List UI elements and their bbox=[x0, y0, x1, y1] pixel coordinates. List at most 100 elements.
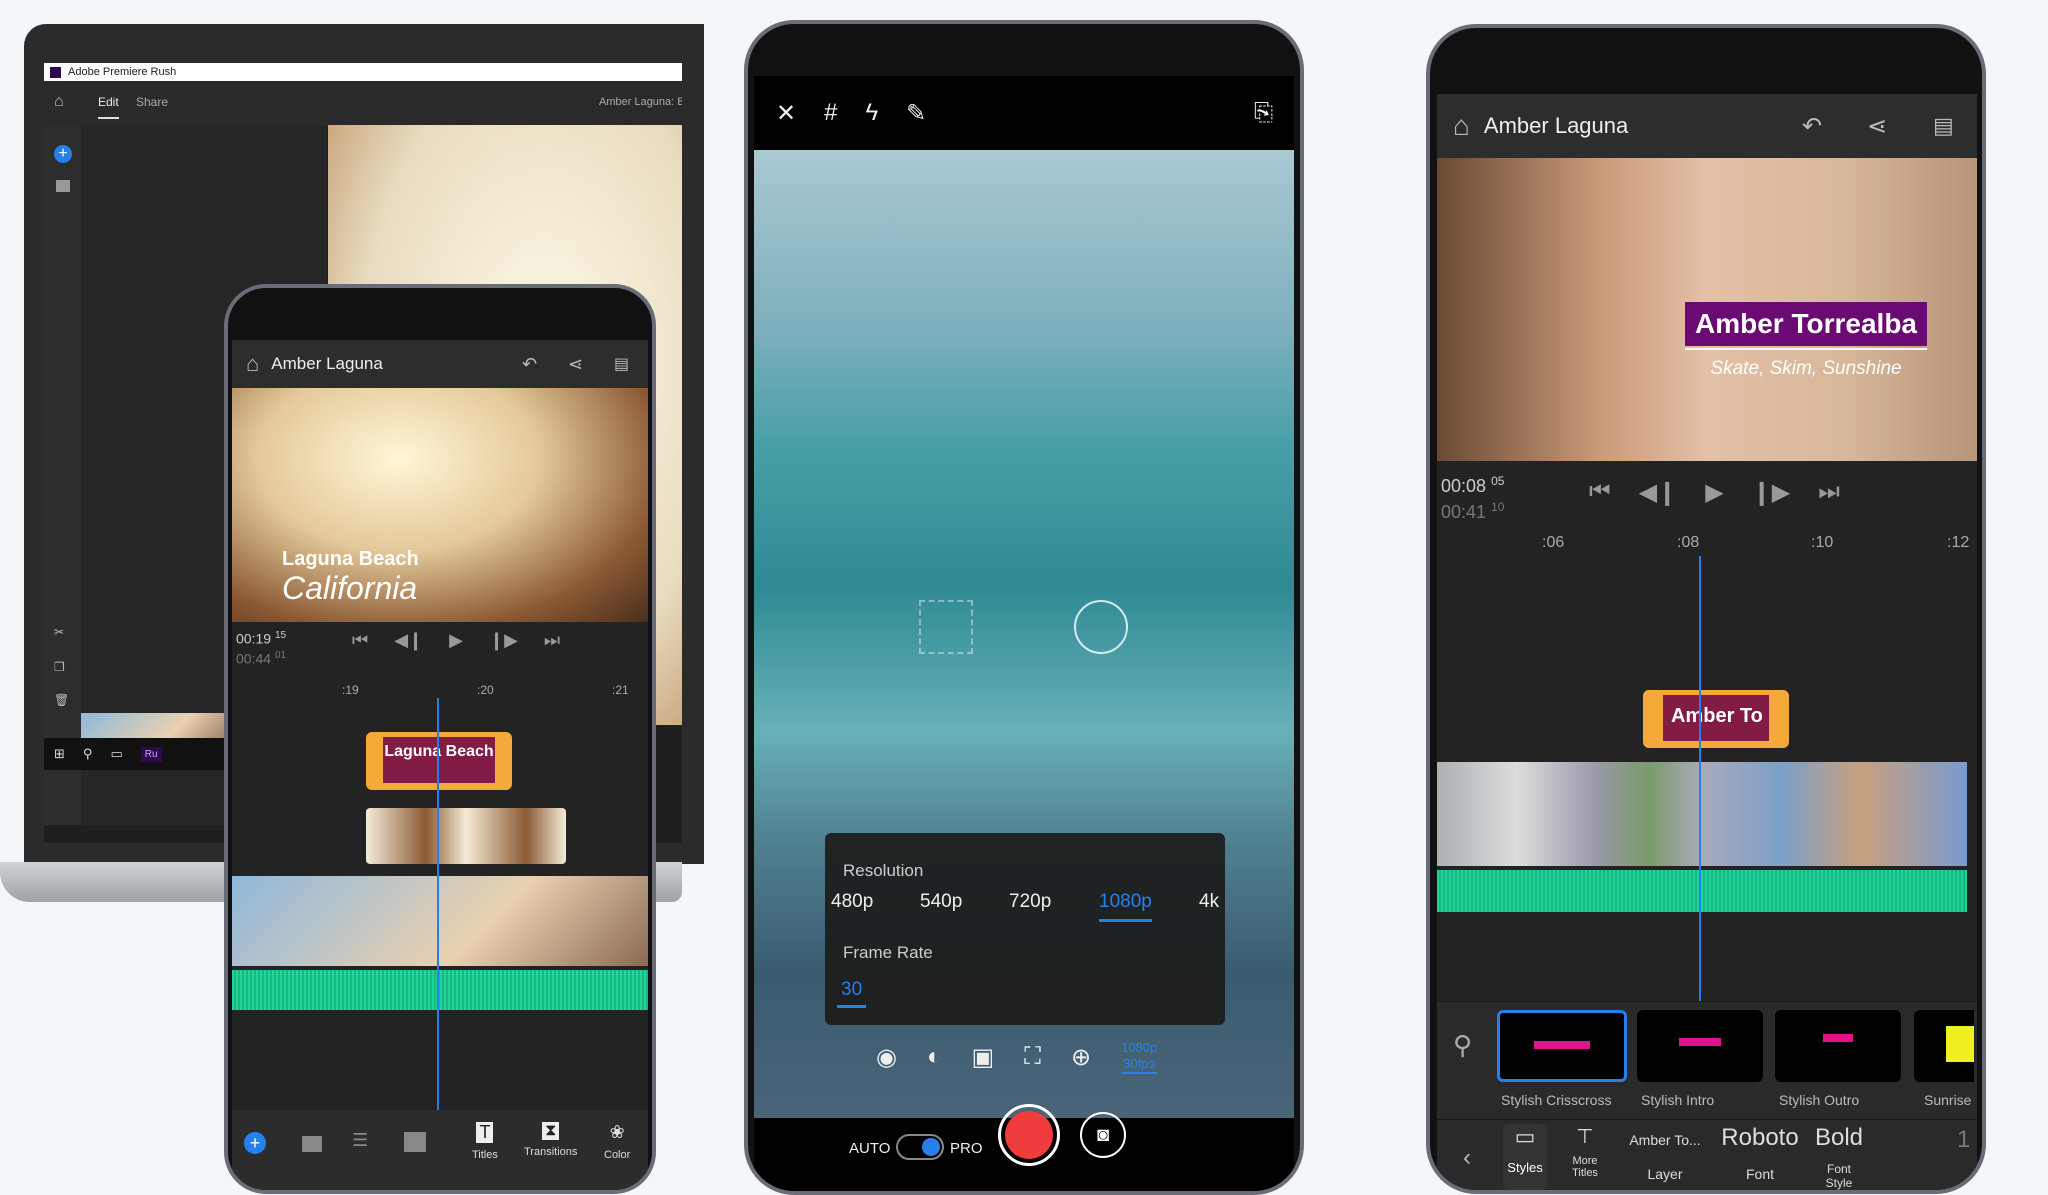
focus-frame[interactable] bbox=[919, 600, 973, 654]
ruler-tick: :06 bbox=[1542, 534, 1565, 551]
white-balance-icon[interactable]: ▣ bbox=[971, 1043, 994, 1072]
current-time: 00:19 15 bbox=[236, 630, 287, 647]
record-button[interactable] bbox=[998, 1104, 1060, 1166]
home-icon[interactable]: ⌂ bbox=[246, 351, 259, 377]
photo-capture-button[interactable]: ◙ bbox=[1080, 1112, 1126, 1158]
playhead[interactable] bbox=[437, 698, 439, 1158]
task-view-icon[interactable]: ▭ bbox=[110, 746, 122, 762]
frame-rate-option-selected[interactable]: 30 bbox=[837, 979, 867, 1008]
styles-icon: ▭ bbox=[1514, 1124, 1536, 1149]
style-label: Stylish Intro bbox=[1641, 1092, 1715, 1108]
play-icon[interactable]: ▶ bbox=[1705, 478, 1723, 507]
aspect-icon[interactable] bbox=[404, 1132, 426, 1152]
trash-icon[interactable]: 🗑 bbox=[54, 693, 69, 707]
step-back-icon[interactable]: ◀❙ bbox=[1639, 478, 1678, 507]
resolution-option[interactable]: 480p bbox=[831, 891, 873, 913]
grid-icon[interactable]: # bbox=[824, 99, 837, 127]
style-label: Sunrise bbox=[1924, 1092, 1972, 1108]
toolbar-color[interactable]: ❀ Color bbox=[604, 1122, 630, 1161]
bottom-toolbar: + ☰ T Titles ⧗ Transitions ❀ Color bbox=[232, 1110, 648, 1190]
skip-start-icon[interactable]: ⏮ bbox=[352, 630, 368, 651]
add-button[interactable]: + bbox=[244, 1132, 266, 1154]
taskbar-app-icon[interactable]: Ru bbox=[140, 746, 162, 762]
archive-icon[interactable] bbox=[302, 1136, 322, 1152]
audio-track bbox=[1437, 870, 1967, 912]
title-styles-strip: ⚲ Stylish Crisscross Stylish Intro Styli… bbox=[1437, 1001, 1977, 1119]
archive-icon[interactable] bbox=[56, 180, 70, 192]
toolbar-styles[interactable]: ▭ Styles bbox=[1503, 1124, 1547, 1190]
camera-tools: ◉ ◐ ▣ ⛶ ⊕ 1080p 30fps bbox=[876, 1040, 1158, 1074]
resolution-option[interactable]: 720p bbox=[1009, 891, 1051, 913]
search-icon[interactable]: ⚲ bbox=[83, 746, 93, 762]
toolbar-font-style[interactable]: Bold Font Style bbox=[1809, 1124, 1869, 1190]
scissors-icon[interactable]: ✂ bbox=[54, 625, 64, 639]
comment-icon[interactable]: ▤ bbox=[614, 354, 629, 374]
comment-icon[interactable]: ▤ bbox=[1933, 113, 1954, 139]
style-thumb[interactable] bbox=[1637, 1010, 1763, 1082]
skip-end-icon[interactable]: ⏭ bbox=[1818, 478, 1840, 507]
crop-frame-icon[interactable]: ⛶ bbox=[1024, 1043, 1041, 1071]
ruler-tick: :12 bbox=[1947, 534, 1970, 551]
undo-icon[interactable]: ↶ bbox=[1802, 112, 1822, 141]
step-forward-icon[interactable]: ❙▶ bbox=[1752, 478, 1791, 507]
step-forward-icon[interactable]: ❙▶ bbox=[489, 630, 518, 651]
overlay-title: Amber Torrealba bbox=[1685, 302, 1927, 346]
toolbar-more-titles[interactable]: ⊤ More Titles bbox=[1561, 1124, 1609, 1179]
close-icon[interactable]: ✕ bbox=[776, 99, 796, 128]
undo-icon[interactable]: ↶ bbox=[522, 354, 537, 375]
right-phone: ⌂ Amber Laguna ↶ ⋖ ▤ Amber Torrealba Ska… bbox=[1426, 24, 1986, 1194]
share-icon[interactable]: ⋖ bbox=[568, 354, 583, 375]
title-clip[interactable]: Amber To bbox=[1643, 690, 1789, 748]
playhead[interactable] bbox=[1699, 556, 1701, 1061]
project-title: Amber Laguna bbox=[1483, 113, 1629, 138]
tab-share[interactable]: Share bbox=[136, 95, 168, 109]
overlay-video-clip[interactable] bbox=[366, 808, 566, 864]
toolbar-font[interactable]: Roboto Font bbox=[1717, 1124, 1803, 1182]
home-icon[interactable]: ⌂ bbox=[54, 93, 64, 111]
ruler-tick: :10 bbox=[1811, 534, 1834, 551]
eyedropper-icon[interactable]: ✎ bbox=[906, 99, 926, 128]
flash-auto-icon[interactable]: ϟ bbox=[865, 99, 878, 127]
share-icon[interactable]: ⋖ bbox=[1867, 112, 1887, 141]
skip-end-icon[interactable]: ⏭ bbox=[544, 630, 560, 651]
style-thumb[interactable] bbox=[1914, 1010, 1974, 1082]
add-media-button[interactable]: + bbox=[54, 145, 72, 163]
step-back-icon[interactable]: ◀❙ bbox=[394, 630, 423, 651]
title-clip[interactable]: Laguna Beach bbox=[366, 732, 512, 790]
toolbar-layer[interactable]: Amber To... Layer bbox=[1623, 1132, 1707, 1182]
app-logo-icon bbox=[50, 67, 61, 78]
play-icon[interactable]: ▶ bbox=[449, 630, 463, 651]
auto-pro-toggle[interactable] bbox=[896, 1134, 944, 1160]
style-label: Stylish Crisscross bbox=[1501, 1092, 1612, 1108]
style-thumb[interactable] bbox=[1775, 1010, 1901, 1082]
project-title: Amber Laguna bbox=[271, 354, 383, 373]
home-icon[interactable]: ⌂ bbox=[1453, 110, 1470, 142]
capture-format-status[interactable]: 1080p 30fps bbox=[1121, 1040, 1158, 1074]
total-time: 00:41 10 bbox=[1441, 500, 1505, 522]
track-list-icon[interactable]: ☰ bbox=[352, 1130, 368, 1151]
resolution-option[interactable]: 4k bbox=[1199, 891, 1219, 913]
toolbar-titles[interactable]: T Titles bbox=[472, 1122, 498, 1161]
font-size-value[interactable]: 1 bbox=[1957, 1126, 1970, 1154]
zoom-in-icon[interactable]: ⊕ bbox=[1071, 1043, 1091, 1072]
exposure-icon[interactable]: ◐ bbox=[927, 1043, 942, 1071]
resolution-option[interactable]: 540p bbox=[920, 891, 962, 913]
main-video-track[interactable] bbox=[1437, 762, 1967, 866]
back-chevron-icon[interactable]: ‹ bbox=[1463, 1144, 1471, 1172]
capture-settings-panel: Resolution 480p 540p 720p 1080p 4k Frame… bbox=[825, 833, 1225, 1025]
desktop-video-track[interactable] bbox=[81, 713, 241, 739]
skip-start-icon[interactable]: ⏮ bbox=[1589, 478, 1611, 507]
windows-start-icon[interactable]: ⊞ bbox=[54, 746, 65, 762]
switch-camera-icon[interactable]: ⎘ bbox=[1254, 99, 1273, 127]
search-icon[interactable]: ⚲ bbox=[1453, 1030, 1472, 1061]
camera-phone: ✕ # ϟ ✎ ⎘ Resolution 480p 540p 720p 1080p 4… bbox=[744, 20, 1304, 1195]
app-header: ⌂ Amber Laguna ↶ ⋖ ▤ bbox=[232, 340, 648, 388]
exposure-circle[interactable] bbox=[1074, 600, 1128, 654]
main-video-track[interactable] bbox=[232, 876, 648, 966]
aperture-icon[interactable]: ◉ bbox=[876, 1043, 897, 1072]
resolution-option-selected[interactable]: 1080p bbox=[1099, 891, 1152, 922]
tab-edit[interactable]: Edit bbox=[98, 95, 119, 119]
duplicate-icon[interactable]: ❐ bbox=[54, 660, 65, 674]
toolbar-transitions[interactable]: ⧗ Transitions bbox=[524, 1122, 577, 1158]
style-thumb-selected[interactable] bbox=[1497, 1010, 1627, 1082]
